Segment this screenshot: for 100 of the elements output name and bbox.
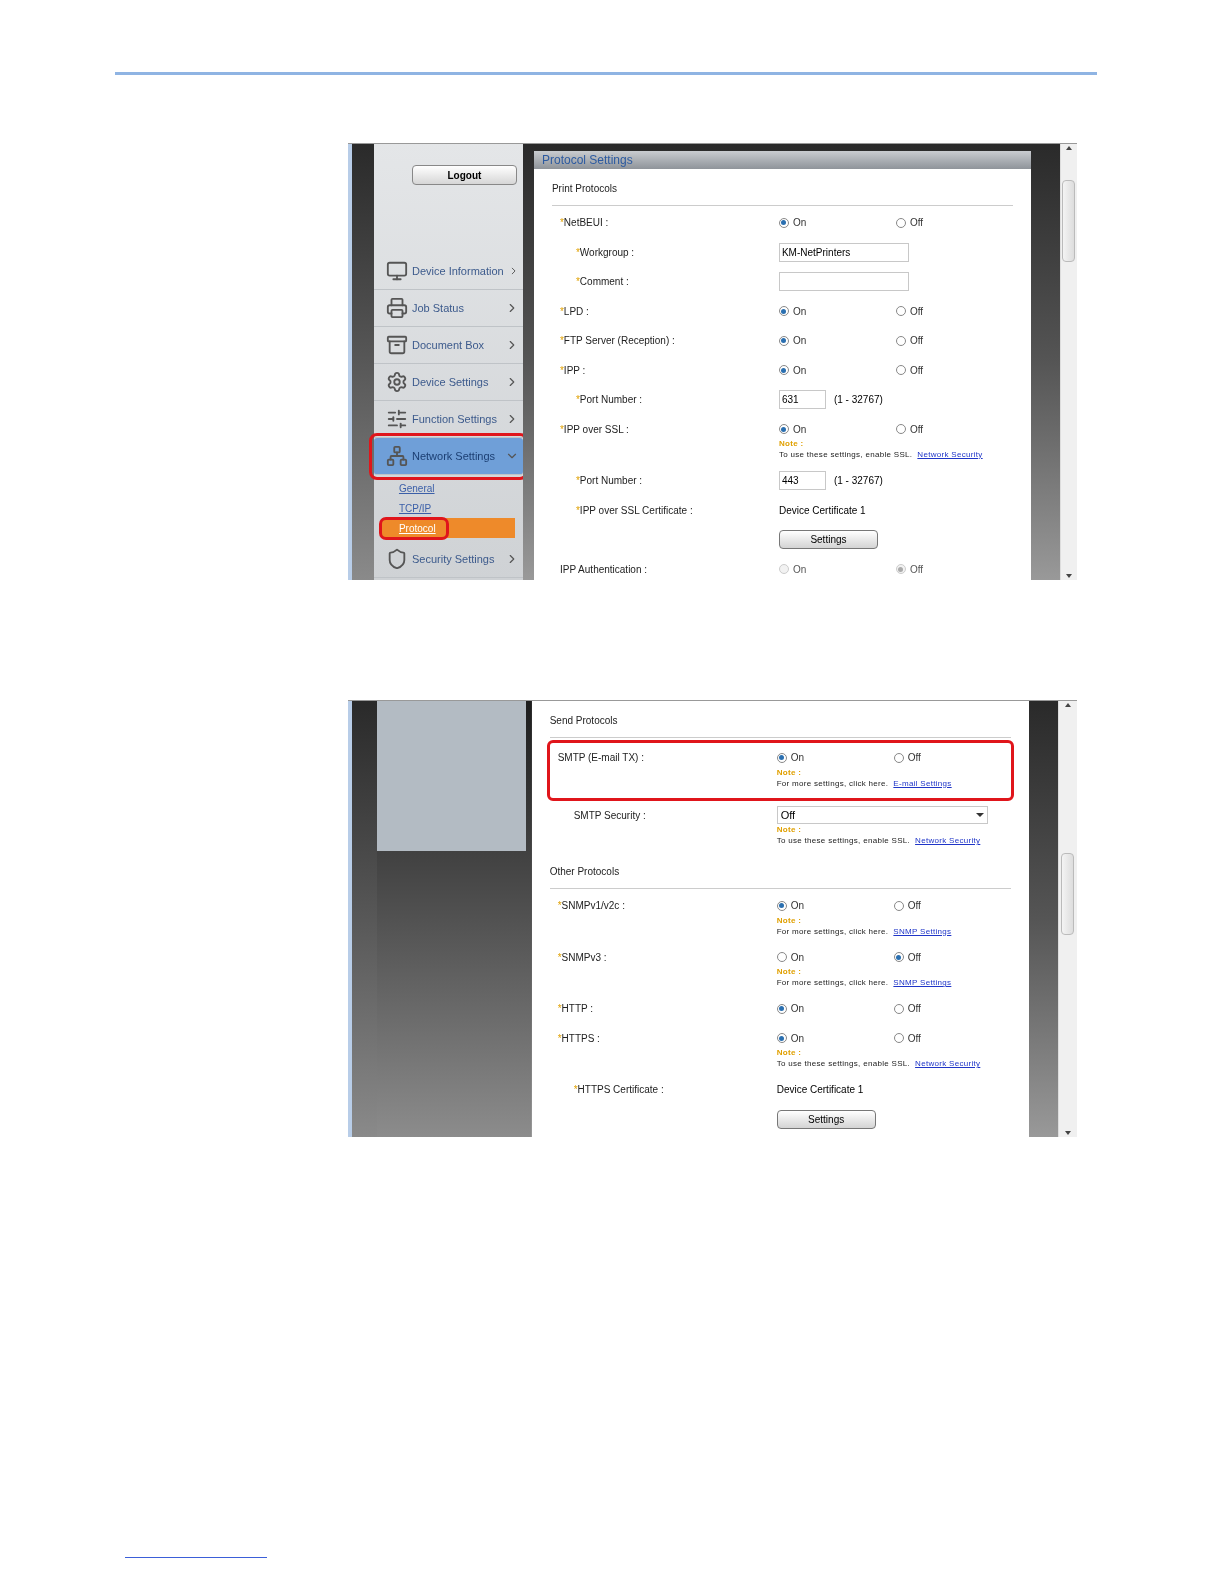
field-label: *SNMPv1/v2c : (557, 900, 625, 912)
gear-icon (385, 371, 408, 393)
field-label: SMTP (E-mail TX) : (557, 752, 644, 764)
settings-link[interactable]: SNMP Settings (893, 925, 952, 937)
certificate-value: Device Certificate 1 (776, 1083, 864, 1098)
port-field[interactable]: 631 (778, 390, 826, 410)
field-label: *NetBEUI : (559, 217, 609, 229)
radio-button[interactable] (895, 424, 906, 435)
radio-label: On (790, 751, 804, 766)
field-label: *Comment : (575, 276, 629, 288)
port-field[interactable]: 443 (778, 471, 826, 491)
sliders-icon (385, 408, 408, 430)
field-label: *IPP over SSL : (559, 423, 629, 435)
radio-button[interactable] (776, 1033, 787, 1044)
port-range: (1 - 32767) (833, 393, 883, 408)
radio-label: Off (907, 1031, 921, 1046)
scroll-up-icon[interactable] (1064, 703, 1071, 707)
radio-button[interactable] (893, 752, 904, 763)
note-text: For more settings, click here. (776, 777, 889, 789)
note-text: To use these settings, enable SSL. (776, 1058, 911, 1069)
field-label: *IPP : (559, 364, 586, 376)
note-title: Note : (776, 1047, 803, 1058)
radio-button[interactable] (895, 306, 906, 317)
certificate-value: Device Certificate 1 (778, 503, 866, 518)
note-text: To use these settings, enable SSL. (778, 449, 913, 460)
radio-label: Off (909, 562, 924, 577)
radio-label: On (790, 1002, 804, 1017)
radio-button[interactable] (895, 217, 906, 228)
logout-button[interactable]: Logout (411, 165, 517, 185)
text-field[interactable]: KM-NetPrinters (778, 242, 909, 262)
radio-button[interactable] (893, 900, 904, 911)
dropdown[interactable]: Off (776, 806, 988, 825)
radio-label: Off (909, 334, 924, 349)
radio-button[interactable] (776, 952, 787, 963)
radio-button[interactable] (893, 952, 904, 963)
scroll-thumb[interactable] (1061, 853, 1075, 935)
section-title: Print Protocols (551, 183, 617, 194)
radio-label: On (790, 1031, 804, 1046)
scroll-down-icon[interactable] (1065, 574, 1072, 578)
radio-button[interactable] (776, 900, 787, 911)
note-text: To use these settings, enable SSL. (776, 835, 911, 846)
radio-button[interactable] (778, 217, 789, 228)
field-label: IPP Authentication : (559, 563, 648, 575)
field-label: *Port Number : (575, 394, 643, 406)
note-title: Note : (778, 438, 805, 449)
submenu-link[interactable]: TCP/IP (398, 500, 432, 516)
field-label: *IPP over SSL Certificate : (575, 504, 693, 516)
scroll-up-icon[interactable] (1065, 146, 1072, 150)
radio-button[interactable] (895, 365, 906, 376)
scroll-down-icon[interactable] (1064, 1131, 1071, 1135)
radio-label: On (792, 363, 807, 378)
radio-button[interactable] (895, 335, 906, 346)
radio-label: Off (909, 216, 924, 231)
note-title: Note : (776, 824, 803, 835)
radio-label: On (790, 899, 804, 914)
sidebar-item[interactable]: Device Settings (373, 364, 523, 401)
network-icon (385, 445, 408, 467)
radio-label: On (792, 216, 807, 231)
radio-button[interactable] (778, 335, 789, 346)
scroll-thumb[interactable] (1062, 180, 1076, 262)
field-label: *HTTPS Certificate : (573, 1084, 664, 1096)
radio-button[interactable] (776, 752, 787, 763)
settings-link[interactable]: Network Security (915, 1058, 981, 1069)
settings-button[interactable]: Settings (776, 1109, 876, 1129)
text-field[interactable] (778, 272, 909, 292)
radio-button[interactable] (778, 424, 789, 435)
radio-label: Off (909, 363, 924, 378)
section-title: Other Protocols (549, 866, 620, 877)
port-range: (1 - 32767) (833, 474, 883, 489)
field-label: *FTP Server (Reception) : (559, 335, 675, 347)
settings-link[interactable]: Network Security (917, 449, 983, 460)
monitor-icon (385, 260, 408, 282)
radio-button[interactable] (778, 306, 789, 317)
radio-button[interactable] (776, 1003, 787, 1014)
field-label: *HTTP : (557, 1003, 594, 1015)
settings-link[interactable]: SNMP Settings (893, 977, 952, 988)
panel-title: Protocol Settings (533, 151, 1031, 169)
sidebar-item[interactable]: Security Settings (373, 541, 523, 578)
field-label: *HTTPS : (557, 1032, 600, 1044)
radio-button[interactable] (778, 365, 789, 376)
field-label: *SNMPv3 : (557, 951, 607, 963)
radio-label: On (792, 422, 807, 437)
settings-link[interactable]: Network Security (915, 835, 981, 846)
sidebar-item[interactable]: Job Status (373, 290, 523, 327)
note-title: Note : (776, 914, 803, 926)
radio-label: Off (907, 899, 921, 914)
radio-button[interactable] (893, 1003, 904, 1014)
scrollbar[interactable] (1057, 701, 1077, 1137)
field-label: *Port Number : (575, 475, 643, 487)
radio-button[interactable] (893, 1033, 904, 1044)
submenu-link[interactable]: General (398, 480, 435, 496)
settings-link[interactable]: E-mail Settings (893, 777, 952, 789)
note-title: Note : (776, 766, 803, 778)
sidebar-item[interactable]: Document Box (373, 327, 523, 364)
sidebar-item[interactable]: Device Information (373, 253, 523, 290)
field-label: *Workgroup : (575, 246, 635, 258)
note-text: For more settings, click here. (776, 925, 889, 937)
radio-label: Off (907, 1002, 921, 1017)
field-label: SMTP Security : (573, 809, 646, 821)
settings-button[interactable]: Settings (778, 530, 878, 550)
